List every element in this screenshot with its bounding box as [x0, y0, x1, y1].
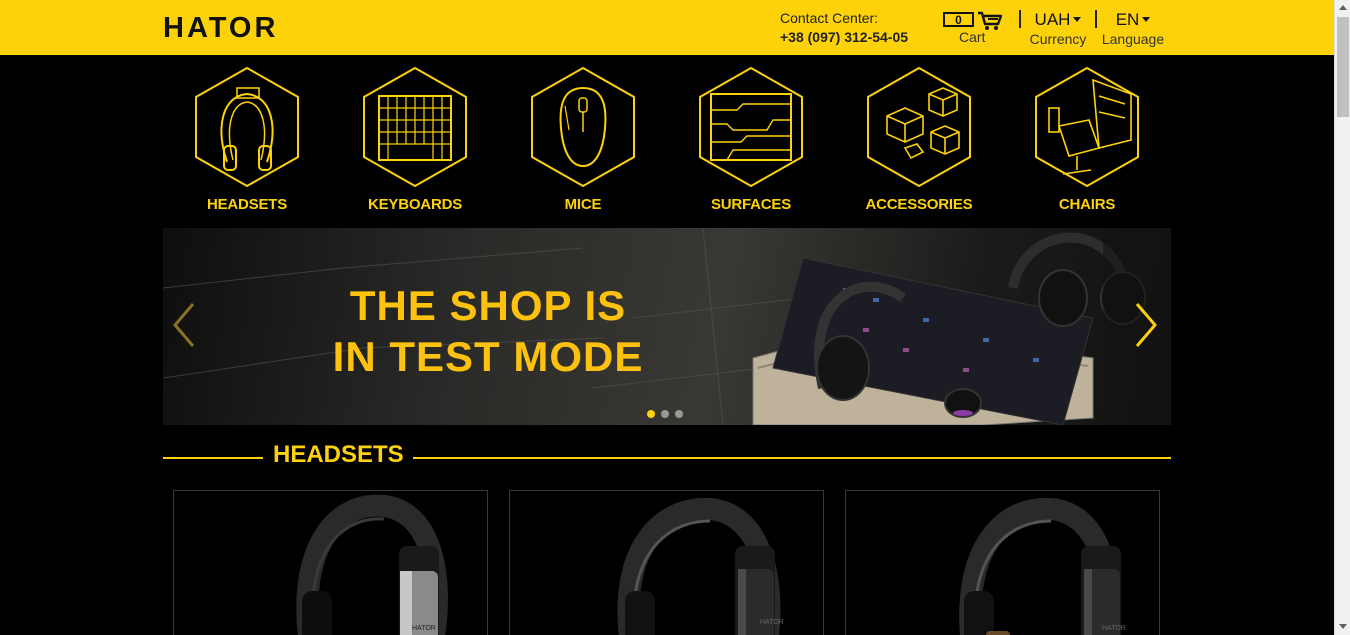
category-headsets[interactable]: HEADSETS — [177, 66, 317, 216]
scroll-down-arrow[interactable] — [1339, 624, 1347, 629]
product-image: HATOR — [617, 497, 784, 635]
currency-value: UAH — [1034, 10, 1071, 29]
slider-next-arrow[interactable] — [1131, 300, 1161, 350]
currency-dropdown[interactable]: UAH Currency — [1028, 9, 1088, 47]
product-image: HATOR — [296, 494, 448, 635]
category-accessories[interactable]: ACCESSORIES — [849, 66, 989, 216]
product-brand-mark: HATOR — [1102, 625, 1126, 632]
category-label: ACCESSORIES — [865, 196, 973, 213]
divider — [1019, 10, 1021, 28]
chevron-down-icon — [1142, 16, 1151, 22]
mouse-icon — [531, 66, 635, 188]
scroll-up-arrow[interactable] — [1339, 5, 1347, 10]
slider-dots — [647, 405, 689, 423]
logo-text: HATOR — [163, 14, 278, 40]
scroll-thumb[interactable] — [1337, 17, 1349, 117]
keyboard-icon — [363, 66, 467, 188]
section-heading: HEADSETS — [163, 439, 1171, 475]
heading-rule-right — [413, 457, 1171, 459]
chair-icon — [1035, 66, 1139, 188]
contact-label: Contact Center: — [780, 10, 879, 26]
keycaps-icon — [867, 66, 971, 188]
category-label: KEYBOARDS — [367, 196, 463, 213]
language-dropdown[interactable]: EN Language — [1100, 9, 1166, 47]
section-title: HEADSETS — [273, 441, 404, 468]
banner-line-2: IN TEST MODE — [332, 333, 644, 380]
top-header: HATOR Contact Center: +38 (097) 312-54-0… — [0, 0, 1334, 55]
category-surfaces[interactable]: SURFACES — [681, 66, 821, 216]
currency-label: Currency — [1029, 31, 1087, 47]
slider-dot[interactable] — [661, 410, 669, 418]
contact-center: Contact Center: +38 (097) 312-54-05 — [780, 9, 908, 47]
banner-background — [163, 228, 1171, 425]
category-chairs[interactable]: CHAIRS — [1017, 66, 1157, 216]
slider-prev-arrow[interactable] — [171, 300, 201, 350]
headset-icon — [195, 66, 299, 188]
cart-label: Cart — [959, 29, 986, 45]
banner-line-1: THE SHOP IS — [349, 282, 627, 329]
category-keyboards[interactable]: KEYBOARDS — [345, 66, 485, 216]
product-brand-mark: HATOR — [760, 619, 784, 626]
slider-dot[interactable] — [647, 410, 655, 418]
category-label: MICE — [564, 196, 602, 213]
product-card[interactable]: HATOR — [509, 490, 824, 635]
slider-dot[interactable] — [675, 410, 683, 418]
cart-count: 0 — [943, 12, 974, 27]
product-image: HATOR — [959, 497, 1126, 635]
chevron-down-icon — [1073, 16, 1082, 22]
hator-logo[interactable]: HATOR — [163, 14, 305, 40]
category-label: HEADSETS — [206, 196, 288, 213]
page-scrollbar[interactable] — [1334, 0, 1350, 635]
category-mice[interactable]: MICE — [513, 66, 653, 216]
divider — [1095, 10, 1097, 28]
banner-headline: THE SHOP IS IN TEST MODE — [329, 280, 647, 382]
language-value: EN — [1115, 10, 1140, 29]
mousepad-icon — [699, 66, 803, 188]
heading-rule-left — [163, 457, 263, 459]
category-label: CHAIRS — [1058, 196, 1116, 213]
cart-icon — [978, 11, 1003, 30]
product-card[interactable]: HATOR — [845, 490, 1160, 635]
hero-slider[interactable]: THE SHOP IS IN TEST MODE — [163, 228, 1171, 425]
product-card[interactable]: HATOR — [173, 490, 488, 635]
language-label: Language — [1101, 31, 1165, 47]
contact-phone[interactable]: +38 (097) 312-54-05 — [780, 28, 908, 47]
cart-button[interactable]: 0 Cart — [943, 10, 1003, 46]
category-label: SURFACES — [710, 196, 792, 213]
product-brand-mark: HATOR — [412, 625, 436, 632]
